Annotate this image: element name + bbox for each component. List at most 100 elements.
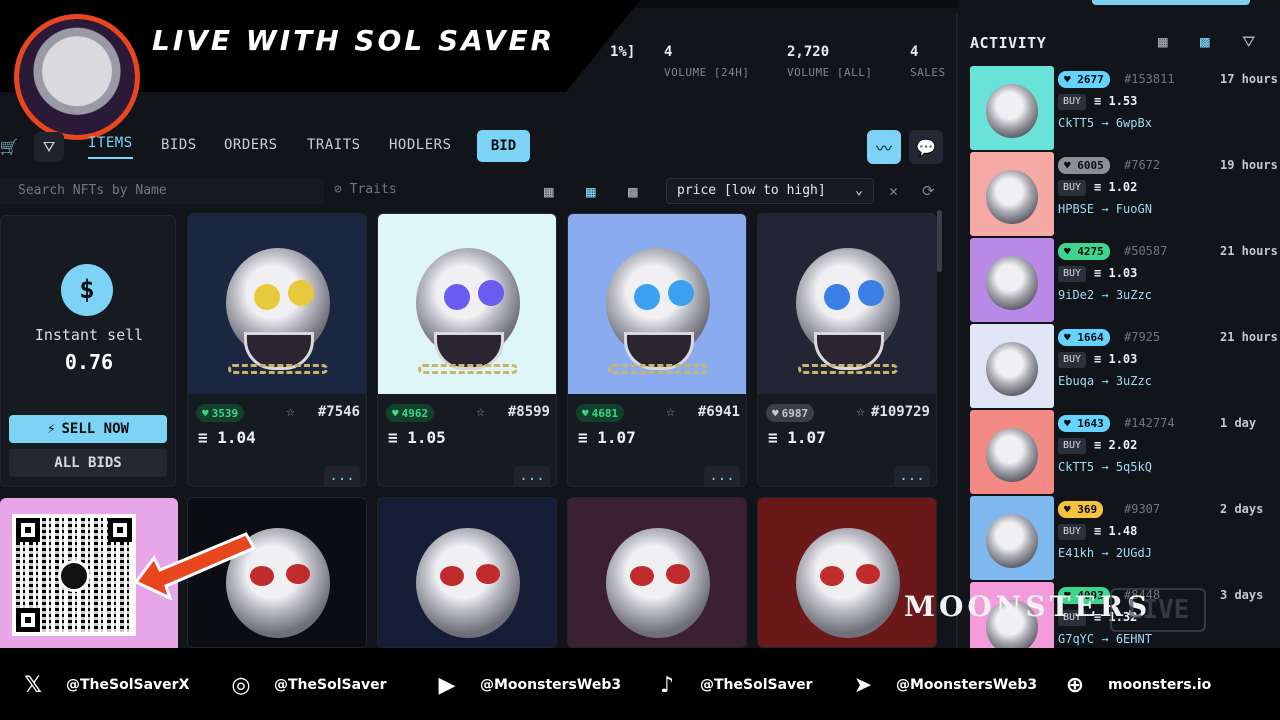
buyer-address[interactable]: FuoGN	[1116, 202, 1152, 216]
qr-code	[12, 514, 136, 636]
buyer-address[interactable]: 3uZzc	[1116, 374, 1152, 388]
nft-card[interactable]: ♥ 6987 ☆ #109729 ≡ 1.07...	[757, 213, 937, 487]
activity-nft-id: #153811	[1124, 72, 1175, 86]
sort-select[interactable]: price [low to high] ⌄	[666, 178, 874, 204]
chat-icon[interactable]: 💬	[909, 130, 943, 164]
activity-thumbnail[interactable]	[970, 410, 1054, 494]
tab-orders[interactable]: ORDERS	[224, 137, 278, 153]
buyer-address[interactable]: 6EHNT	[1116, 632, 1152, 646]
activity-thumbnail[interactable]	[970, 496, 1054, 580]
youtube-icon: ▶	[438, 672, 456, 698]
social-link[interactable]: ➤ @MoonstersWeb3	[848, 670, 1037, 700]
star-icon[interactable]: ☆	[856, 402, 865, 420]
seller-address[interactable]: 9iDe2	[1058, 288, 1094, 302]
seller-address[interactable]: CkTT5	[1058, 460, 1094, 474]
activity-row[interactable]: ♥ 369 #9307 2 days BUY ≡ 1.48 E41kh → 2UGdJ	[970, 496, 1280, 580]
grid-view-icon[interactable]: ▩	[1200, 32, 1210, 51]
moonster-art	[986, 84, 1038, 138]
tab-bid[interactable]: BID	[477, 130, 530, 162]
top-action-button[interactable]	[1092, 0, 1250, 5]
seller-address[interactable]: CkTT5	[1058, 116, 1094, 130]
buyer-address[interactable]: 6wpBx	[1116, 116, 1152, 130]
all-bids-button[interactable]: ALL BIDS	[9, 449, 167, 477]
list-view-icon[interactable]: ▦	[1158, 32, 1168, 51]
moonster-eye	[478, 280, 504, 306]
social-link[interactable]: ▶ @MoonstersWeb3	[432, 670, 622, 700]
social-link[interactable]: ⊕ moonsters.io	[1060, 670, 1212, 700]
moonster-art	[986, 514, 1038, 568]
activity-row[interactable]: ♥ 6005 #7672 19 hours BUY ≡ 1.02 HPBSE → FuoG…	[970, 152, 1280, 236]
filter-icon[interactable]: ⛛	[1242, 32, 1255, 52]
refresh-icon[interactable]: ⟳	[922, 182, 935, 200]
nft-image[interactable]	[758, 498, 936, 647]
search-input[interactable]: Search NFTs by Name	[0, 178, 324, 204]
nft-image[interactable]	[378, 498, 556, 647]
tab-traits[interactable]: TRAITS	[307, 137, 361, 153]
nft-image[interactable]	[568, 498, 746, 647]
social-link[interactable]: 𝕏 @TheSolSaverX	[18, 670, 189, 700]
tab-hodlers[interactable]: HODLERS	[389, 137, 452, 153]
more-options-button[interactable]: ...	[894, 466, 930, 486]
star-icon[interactable]: ☆	[476, 402, 485, 420]
activity-thumbnail[interactable]	[970, 152, 1054, 236]
seller-address[interactable]: G7qYC	[1058, 632, 1094, 646]
star-icon[interactable]: ☆	[286, 402, 295, 420]
grid-scrollbar[interactable]	[937, 210, 942, 272]
search-row: Search NFTs by Name ⊘ Traits ▦ ▦ ▩ price…	[0, 176, 950, 206]
activity-parties: CkTT5 → 5q5kQ	[1058, 460, 1152, 474]
rank-badge: ♥ 4962	[386, 404, 435, 422]
traits-filter[interactable]: ⊘ Traits	[334, 182, 397, 197]
buyer-address[interactable]: 3uZzc	[1116, 288, 1152, 302]
grid-medium-icon[interactable]: ▦	[586, 182, 596, 201]
more-options-button[interactable]: ...	[324, 466, 360, 486]
star-icon[interactable]: ☆	[666, 402, 675, 420]
activity-thumbnail[interactable]	[970, 66, 1054, 150]
moonster-eye	[856, 564, 880, 584]
seller-address[interactable]: E41kh	[1058, 546, 1094, 560]
activity-thumbnail[interactable]	[970, 324, 1054, 408]
buyer-address[interactable]: 2UGdJ	[1116, 546, 1152, 560]
nft-image[interactable]	[758, 214, 936, 394]
activity-row[interactable]: ♥ 1664 #7925 21 hours BUY ≡ 1.03 Ebuqa → 3uZz…	[970, 324, 1280, 408]
qr-marker	[108, 518, 132, 542]
nft-card[interactable]: ♥ 4962 ☆ #8599 ≡ 1.05...	[377, 213, 557, 487]
traits-label: Traits	[349, 182, 397, 197]
social-link[interactable]: ◎ @TheSolSaver	[226, 670, 386, 700]
buyer-address[interactable]: 5q5kQ	[1116, 460, 1152, 474]
tab-bids[interactable]: BIDS	[161, 137, 197, 153]
activity-chart-icon[interactable]: 〰	[867, 130, 901, 164]
filter-icon[interactable]: ⛛	[34, 132, 64, 162]
sell-now-button[interactable]: ⚡ SELL NOW	[9, 415, 167, 443]
moonster-eye	[820, 566, 844, 586]
nft-image[interactable]	[188, 214, 366, 394]
grid-small-icon[interactable]: ▦	[544, 182, 554, 201]
clear-icon[interactable]: ✕	[889, 182, 898, 200]
activity-thumbnail[interactable]	[970, 238, 1054, 322]
instant-sell-card: $ Instant sell 0.76 ⚡ SELL NOW ALL BIDS	[0, 215, 176, 487]
grid-large-icon[interactable]: ▩	[628, 182, 638, 201]
nft-image[interactable]	[568, 214, 746, 394]
price-value: 2.02	[1108, 438, 1138, 452]
tab-items[interactable]: ITEMS	[88, 135, 133, 159]
nft-image[interactable]	[378, 214, 556, 394]
seller-address[interactable]: HPBSE	[1058, 202, 1094, 216]
activity-row[interactable]: ♥ 2677 #153811 17 hours BUY ≡ 1.53 CkTT5 → 6w…	[970, 66, 1280, 150]
nft-card[interactable]	[377, 497, 557, 648]
nft-card[interactable]: ♥ 3539 ☆ #7546 ≡ 1.04...	[187, 213, 367, 487]
nft-card[interactable]	[757, 497, 937, 648]
activity-row[interactable]: ♥ 1643 #142774 1 day BUY ≡ 2.02 CkTT5 → 5q5kQ	[970, 410, 1280, 494]
social-link[interactable]: ♪ @TheSolSaver	[652, 670, 813, 700]
moonster-eye	[476, 564, 500, 584]
activity-row[interactable]: ♥ 4275 #50587 21 hours BUY ≡ 1.03 9iDe2 → 3uZ…	[970, 238, 1280, 322]
sort-value: price [low to high]	[677, 183, 826, 198]
more-options-button[interactable]: ...	[704, 466, 740, 486]
seller-address[interactable]: Ebuqa	[1058, 374, 1094, 388]
activity-time: 19 hours	[1220, 158, 1278, 172]
stat-volume-all: 2,720 VOLUME [ALL]	[787, 44, 873, 79]
nft-card[interactable]	[567, 497, 747, 648]
cart-icon[interactable]: 🛒	[0, 132, 24, 162]
rank-value: 6005	[1077, 159, 1104, 172]
rank-badge: ♥ 1664	[1058, 329, 1110, 346]
more-options-button[interactable]: ...	[514, 466, 550, 486]
nft-card[interactable]: ♥ 4681 ☆ #6941 ≡ 1.07...	[567, 213, 747, 487]
